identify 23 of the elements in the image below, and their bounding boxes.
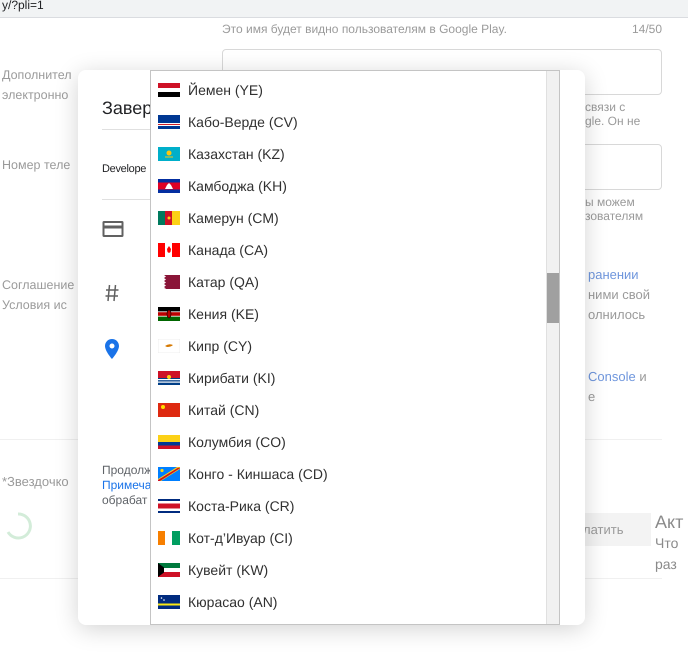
field-label: Соглашение (2, 277, 76, 294)
helper-text: связи с (585, 100, 626, 114)
panel-title: Акт (655, 511, 684, 533)
required-note: *Звездочко (1, 474, 69, 489)
text: ними свой (588, 287, 650, 302)
dialog-title: Завер (102, 98, 152, 119)
text: е (588, 389, 596, 404)
helper-text: gle. Он не (585, 114, 642, 128)
text: Продолж (102, 463, 152, 477)
text: обрабат (102, 493, 148, 507)
helper-text: зователям (585, 209, 644, 223)
panel-text: Что (655, 534, 680, 553)
text: и (639, 369, 647, 384)
helper-text: ы можем (585, 195, 636, 209)
field-label: Дополнител (2, 67, 73, 84)
text: олнилось (588, 307, 646, 322)
field-label: Условия ис (2, 297, 68, 314)
field-label: Номер теле (2, 157, 72, 174)
character-counter: 14/50 (632, 22, 662, 36)
field-label: электронно (2, 87, 70, 104)
field-hint: Это имя будет видно пользователям в Google Play. (222, 22, 507, 36)
account-name: Develope (102, 163, 146, 175)
panel-text: раз (655, 555, 678, 574)
